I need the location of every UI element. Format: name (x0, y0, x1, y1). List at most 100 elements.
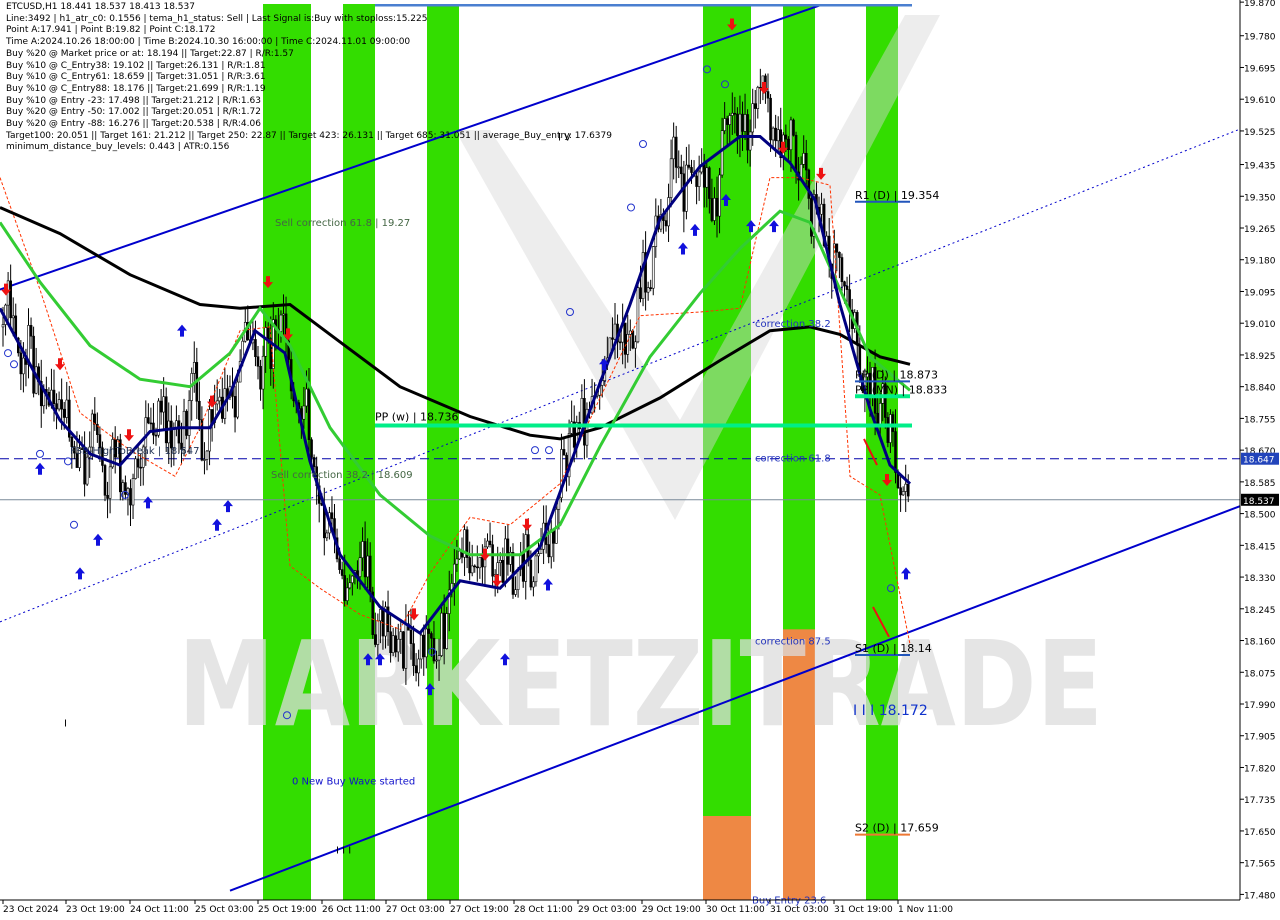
candle-up (705, 167, 709, 188)
candle-down (394, 635, 398, 653)
candle-up (282, 313, 285, 316)
candle-down (414, 665, 418, 674)
candle-down (733, 112, 737, 115)
candle-up (65, 399, 69, 418)
candle-down (103, 465, 107, 496)
candle-up (261, 355, 265, 390)
candle-up (236, 381, 239, 418)
candle-down (310, 439, 313, 458)
candle-down (894, 431, 897, 473)
y-tick-label: 19.095 (1244, 288, 1276, 298)
candle-up (756, 87, 760, 109)
candle-down (715, 197, 719, 217)
y-tick-label: 19.180 (1244, 257, 1276, 267)
candle-up (738, 113, 742, 136)
candle-down (338, 558, 341, 570)
level-label: PP (MN) | 18.833 (855, 383, 947, 396)
candle-up (90, 413, 94, 448)
y-tick-label: 17.735 (1244, 796, 1276, 806)
candle-down (843, 281, 846, 287)
candle-down (185, 410, 188, 436)
candle-down (529, 559, 533, 588)
candle-up (57, 399, 61, 410)
candle-up (537, 553, 540, 557)
candle-up (453, 563, 456, 584)
candle-down (164, 396, 168, 444)
candle-down (368, 555, 372, 593)
candle-down (149, 422, 153, 425)
candle-down (784, 134, 788, 140)
candle-up (504, 538, 507, 583)
y-tick-label: 18.500 (1244, 511, 1276, 521)
candle-up (379, 609, 382, 622)
x-tick-label: 28 Oct 11:00 (514, 905, 573, 915)
candle-down (481, 557, 484, 568)
y-tick-label: 18.415 (1244, 542, 1276, 552)
candle-up (789, 119, 793, 151)
y-tick-label: 18.755 (1244, 415, 1276, 425)
candle-down (254, 339, 257, 358)
y-tick-label: 18.075 (1244, 669, 1276, 679)
candle-down (475, 566, 479, 569)
candle-up (445, 613, 449, 649)
candle-up (771, 127, 775, 141)
candle-down (29, 325, 33, 337)
candle-down (198, 400, 201, 420)
candle-up (534, 555, 538, 583)
candle-up (134, 458, 137, 479)
candle-up (713, 197, 716, 221)
candle-up (613, 323, 617, 340)
candle-up (672, 136, 675, 160)
candle-up (677, 166, 681, 169)
candle-up (697, 171, 701, 187)
candle-up (215, 400, 219, 405)
candle-up (264, 327, 267, 357)
x-tick-label: 27 Oct 19:00 (450, 905, 509, 915)
candle-down (159, 400, 163, 413)
candle-up (205, 450, 209, 460)
candle-up (628, 330, 632, 335)
candle-down (690, 167, 693, 173)
level-label: R1 (D) | 19.354 (855, 189, 939, 202)
buy-zone-band (263, 4, 311, 900)
candle-down (124, 482, 127, 495)
candle-down (769, 97, 772, 141)
candle-up (182, 410, 186, 450)
candle-down (60, 399, 63, 410)
chart-annotation: 0 New Buy Wave started (292, 776, 415, 787)
candle-up (348, 582, 352, 589)
chart-annotation: I (64, 718, 67, 729)
candle-down (891, 414, 895, 432)
candle-up (325, 532, 329, 539)
candle-up (743, 114, 747, 132)
candle-up (524, 534, 528, 582)
candle-up (144, 417, 148, 448)
candle-down (402, 631, 405, 669)
candle-up (435, 659, 438, 662)
chart-background (0, 0, 1280, 920)
candle-down (136, 458, 140, 468)
candle-up (802, 153, 806, 165)
candle-down (473, 565, 477, 568)
candle-up (720, 130, 724, 176)
candle-up (626, 334, 630, 355)
candle-up (203, 459, 206, 461)
y-tick-label: 17.480 (1244, 891, 1276, 901)
candle-up (904, 483, 908, 492)
candle-up (634, 341, 637, 349)
price-chart[interactable]: MARKETZITRADE PP (w) | 18.736 R1 (D) | 19.… (0, 0, 1280, 920)
chart-annotation: I I I 18.172 (853, 703, 928, 719)
candle-down (200, 419, 204, 461)
candle-down (340, 569, 344, 576)
candle-down (547, 544, 551, 558)
candle-down (106, 494, 109, 499)
current-price-tag: 18.537 (1243, 497, 1275, 507)
candle-down (631, 330, 635, 349)
candle-down (256, 356, 260, 367)
candle-up (11, 315, 15, 319)
candle-down (32, 335, 35, 394)
candle-up (121, 482, 125, 493)
y-tick-label: 18.840 (1244, 384, 1276, 394)
x-tick-label: 29 Oct 03:00 (578, 905, 637, 915)
candle-down (835, 243, 839, 253)
